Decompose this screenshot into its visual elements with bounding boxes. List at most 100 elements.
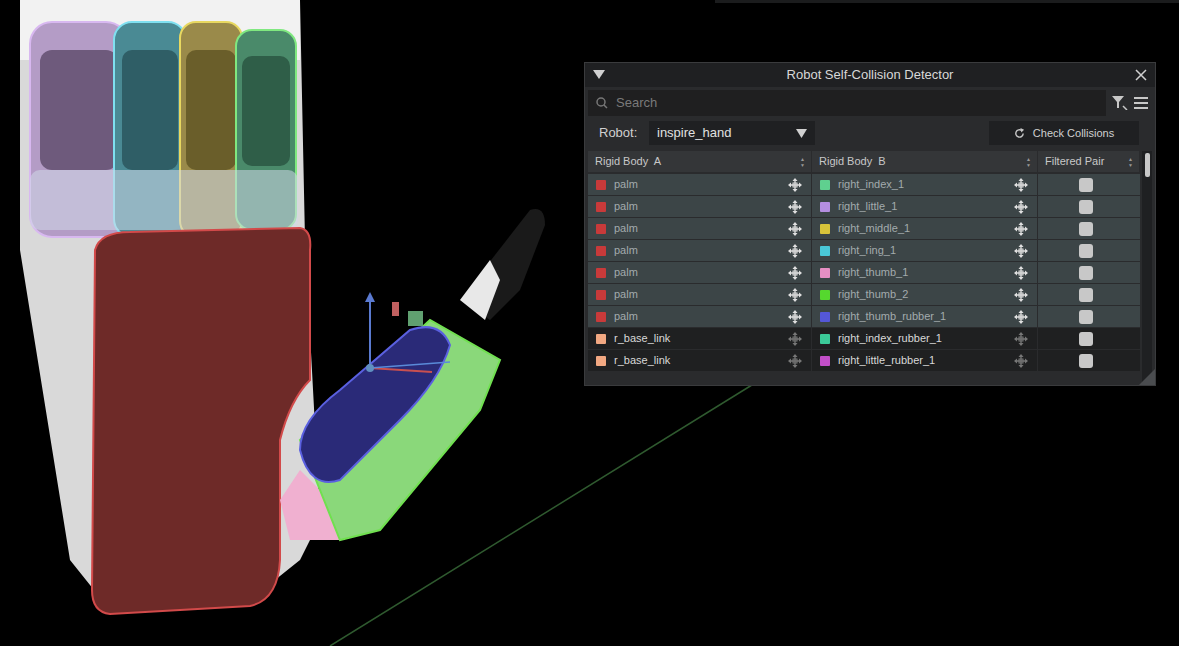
- filtered-checkbox[interactable]: [1079, 310, 1093, 324]
- filtered-cell: [1038, 174, 1140, 195]
- rigid-body-name: right_little_1: [838, 198, 1014, 215]
- search-icon: [596, 97, 608, 109]
- filtered-cell: [1038, 262, 1140, 283]
- move-icon[interactable]: [788, 266, 802, 280]
- body-cell: palm: [588, 240, 812, 261]
- body-cell: right_little_rubber_1: [812, 350, 1038, 371]
- move-icon[interactable]: [1014, 288, 1028, 302]
- rigid-body-name: right_middle_1: [838, 220, 1014, 237]
- filtered-checkbox[interactable]: [1079, 354, 1093, 368]
- body-cell: right_index_rubber_1: [812, 328, 1038, 349]
- rigid-body-name: palm: [614, 286, 788, 303]
- move-icon[interactable]: [788, 222, 802, 236]
- move-icon[interactable]: [1014, 222, 1028, 236]
- move-icon[interactable]: [788, 244, 802, 258]
- body-cell: palm: [588, 262, 812, 283]
- filtered-cell: [1038, 350, 1140, 371]
- table-row[interactable]: palmright_thumb_2: [588, 284, 1140, 306]
- move-icon[interactable]: [788, 178, 802, 192]
- sort-icon[interactable]: ▲▼: [1026, 156, 1031, 168]
- column-header[interactable]: Filtered Pair▲▼: [1038, 151, 1140, 172]
- collapse-icon[interactable]: [593, 70, 605, 80]
- move-icon[interactable]: [1014, 178, 1028, 192]
- column-header[interactable]: Rigid Body A▲▼: [588, 151, 812, 172]
- filtered-checkbox[interactable]: [1079, 222, 1093, 236]
- filtered-checkbox[interactable]: [1079, 200, 1093, 214]
- sort-icon[interactable]: ▲▼: [800, 156, 805, 168]
- filtered-checkbox[interactable]: [1079, 178, 1093, 192]
- table-row[interactable]: r_base_link right_index_rubber_1: [588, 328, 1140, 350]
- move-icon[interactable]: [1014, 266, 1028, 280]
- collision-panel: Robot Self-Collision Detector Robot: ins…: [584, 62, 1156, 386]
- move-icon[interactable]: [1014, 332, 1028, 346]
- check-label: Check Collisions: [1033, 125, 1114, 142]
- filtered-cell: [1038, 196, 1140, 217]
- move-icon[interactable]: [788, 200, 802, 214]
- color-swatch: [596, 180, 606, 190]
- move-icon[interactable]: [1014, 354, 1028, 368]
- resize-grip-icon[interactable]: [1139, 369, 1155, 385]
- body-cell: palm: [588, 284, 812, 305]
- table-header: Rigid Body A▲▼Rigid Body B▲▼Filtered Pai…: [588, 151, 1140, 172]
- filter-icon[interactable]: [1112, 96, 1128, 110]
- color-swatch: [596, 334, 606, 344]
- rigid-body-name: right_thumb_1: [838, 264, 1014, 281]
- search-input[interactable]: [616, 93, 1098, 113]
- filtered-checkbox[interactable]: [1079, 332, 1093, 346]
- body-cell: right_middle_1: [812, 218, 1038, 239]
- rigid-body-name: palm: [614, 220, 788, 237]
- body-cell: right_index_1: [812, 174, 1038, 195]
- rigid-body-name: right_little_rubber_1: [838, 352, 1014, 369]
- column-title: Rigid Body A: [595, 153, 800, 170]
- robot-dropdown[interactable]: inspire_hand: [649, 121, 815, 145]
- check-collisions-button[interactable]: Check Collisions: [989, 121, 1139, 145]
- color-swatch: [820, 312, 830, 322]
- scrollbar[interactable]: [1142, 151, 1152, 385]
- rigid-body-name: r_base_link: [614, 352, 788, 369]
- table-row[interactable]: palm right_thumb_1: [588, 262, 1140, 284]
- rigid-body-name: right_thumb_rubber_1: [838, 308, 1014, 325]
- table-row[interactable]: r_base_link right_little_rubber_1: [588, 350, 1140, 372]
- table-row[interactable]: palm right_ring_1: [588, 240, 1140, 262]
- filtered-checkbox[interactable]: [1079, 244, 1093, 258]
- move-icon[interactable]: [1014, 310, 1028, 324]
- move-icon[interactable]: [788, 332, 802, 346]
- filtered-checkbox[interactable]: [1079, 266, 1093, 280]
- color-swatch: [596, 268, 606, 278]
- filtered-checkbox[interactable]: [1079, 288, 1093, 302]
- refresh-icon: [1014, 128, 1025, 139]
- color-swatch: [820, 180, 830, 190]
- move-icon[interactable]: [788, 310, 802, 324]
- search-field[interactable]: [588, 90, 1106, 116]
- scrollbar-thumb[interactable]: [1145, 153, 1150, 177]
- move-icon[interactable]: [1014, 200, 1028, 214]
- color-swatch: [596, 246, 606, 256]
- rigid-body-name: palm: [614, 264, 788, 281]
- move-icon[interactable]: [1014, 244, 1028, 258]
- table-row[interactable]: palm right_thumb_rubber_1: [588, 306, 1140, 328]
- sort-icon[interactable]: ▲▼: [1128, 156, 1133, 168]
- move-icon[interactable]: [788, 354, 802, 368]
- table-row[interactable]: palm right_index_1: [588, 174, 1140, 196]
- table-row[interactable]: palm right_middle_1: [588, 218, 1140, 240]
- color-swatch: [820, 334, 830, 344]
- body-cell: right_little_1: [812, 196, 1038, 217]
- rigid-body-name: palm: [614, 308, 788, 325]
- filtered-cell: [1038, 218, 1140, 239]
- rigid-body-name: palm: [614, 176, 788, 193]
- close-icon[interactable]: [1135, 69, 1147, 81]
- body-cell: right_thumb_1: [812, 262, 1038, 283]
- column-title: Rigid Body B: [819, 153, 1026, 170]
- menu-icon[interactable]: [1134, 97, 1148, 109]
- table-row[interactable]: palm right_little_1: [588, 196, 1140, 218]
- column-header[interactable]: Rigid Body B▲▼: [812, 151, 1038, 172]
- body-cell: palm: [588, 196, 812, 217]
- color-swatch: [820, 246, 830, 256]
- rigid-body-name: right_index_rubber_1: [838, 330, 1014, 347]
- rigid-body-name: right_ring_1: [838, 242, 1014, 259]
- title-bar[interactable]: Robot Self-Collision Detector: [585, 63, 1155, 87]
- color-swatch: [596, 356, 606, 366]
- move-icon[interactable]: [788, 288, 802, 302]
- filtered-cell: [1038, 240, 1140, 261]
- rigid-body-name: r_base_link: [614, 330, 788, 347]
